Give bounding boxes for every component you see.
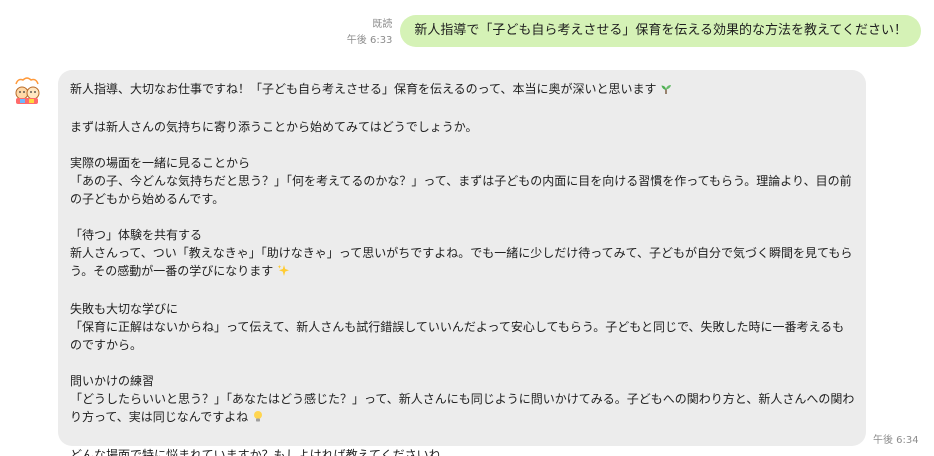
message-intro: 新人指導、大切なお仕事ですね！「子ども自ら考えさせる」保育を伝えるのって、本当に… bbox=[70, 82, 657, 96]
bot-avatar[interactable] bbox=[10, 74, 44, 108]
lightbulb-icon bbox=[252, 410, 264, 428]
read-receipt: 既読 bbox=[372, 19, 393, 30]
message-closing: どんな場面で特に悩まれていますか？もしよければ教えてくださいね。 bbox=[70, 448, 453, 456]
outgoing-timestamp: 午後 6:33 bbox=[346, 35, 393, 46]
section-heading: 失敗も大切な学びに bbox=[70, 302, 179, 316]
incoming-timestamp: 午後 6:34 bbox=[873, 435, 919, 446]
section-body: 「どうしたらいいと思う？」「あなたはどう感じた？」って、新人さんにも同じように問… bbox=[70, 392, 855, 424]
sparkles-icon bbox=[277, 264, 290, 282]
incoming-message-bubble[interactable]: 新人指導、大切なお仕事ですね！「子ども自ら考えさせる」保育を伝えるのって、本当に… bbox=[58, 70, 866, 456]
chat-window: 既読 午後 6:33 新人指導で「子ども自ら考えさせる」保育を伝える効果的な方法… bbox=[0, 0, 934, 456]
section-body: 「保育に正解はないからね」って伝えて、新人さんも試行錯誤していいんだよって安心し… bbox=[70, 320, 845, 352]
section-body: 「あの子、今どんな気持ちだと思う？」「何を考えてるのかな？」って、まずは子どもの… bbox=[70, 174, 852, 206]
message-lead: まずは新人さんの気持ちに寄り添うことから始めてみてはどうでしょうか。 bbox=[70, 120, 478, 134]
section-4: 問いかけの練習 「どうしたらいいと思う？」「あなたはどう感じた？」って、新人さん… bbox=[70, 372, 856, 428]
section-heading: 問いかけの練習 bbox=[70, 374, 155, 388]
section-heading: 実際の場面を一緒に見ることから bbox=[70, 156, 251, 170]
outgoing-meta: 既読 午後 6:33 bbox=[347, 17, 393, 49]
section-body: 新人さんって、つい「教えなきゃ」「助けなきゃ」って思いがちですよね。でも一緒に少… bbox=[70, 246, 853, 278]
outgoing-message-bubble[interactable]: 新人指導で「子ども自ら考えさせる」保育を伝える効果的な方法を教えてください！ bbox=[400, 15, 921, 47]
section-2: 「待つ」体験を共有する 新人さんって、つい「教えなきゃ」「助けなきゃ」って思いが… bbox=[70, 226, 856, 282]
message-intro-paragraph: 新人指導、大切なお仕事ですね！「子ども自ら考えさせる」保育を伝えるのって、本当に… bbox=[70, 80, 856, 100]
avatar-illustration-icon bbox=[15, 77, 40, 104]
section-1: 実際の場面を一緒に見ることから 「あの子、今どんな気持ちだと思う？」「何を考えて… bbox=[70, 154, 856, 208]
section-heading: 「待つ」体験を共有する bbox=[70, 228, 203, 242]
section-3: 失敗も大切な学びに 「保育に正解はないからね」って伝えて、新人さんも試行錯誤して… bbox=[70, 300, 856, 354]
seedling-icon bbox=[660, 82, 672, 100]
outgoing-message-row: 既読 午後 6:33 新人指導で「子ども自ら考えさせる」保育を伝える効果的な方法… bbox=[347, 15, 921, 47]
